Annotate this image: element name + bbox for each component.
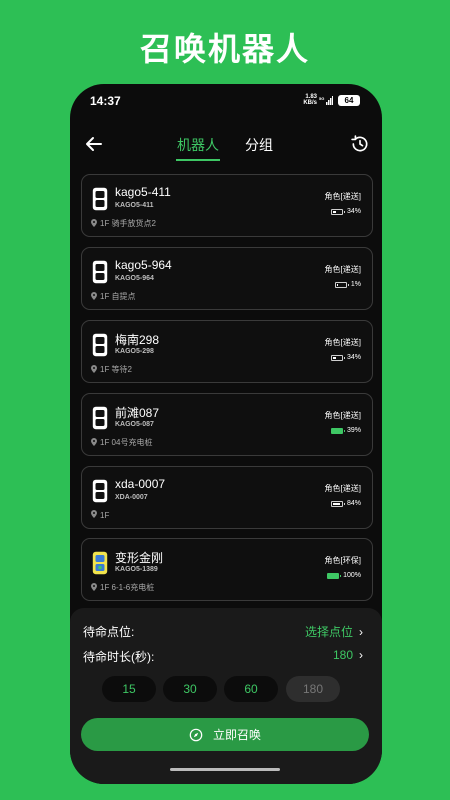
tab-robots[interactable]: 机器人 [176,135,220,161]
robot-code: KAGO5-298 [115,348,154,355]
robot-battery: 100% [327,572,361,579]
robot-role: 角色[递送] [324,411,361,420]
robot-role: 角色[递送] [324,265,361,274]
robot-role: 角色[递送] [324,192,361,201]
standby-duration-value[interactable]: 180 › [333,648,363,662]
robot-battery: 34% [330,354,361,361]
robot-role: 角色[环保] [324,556,361,565]
robot-card[interactable]: 梅南298 KAGO5-298 1F 等待2 角色[递送] 34% [81,320,373,383]
robot-card[interactable]: kago5-964 KAGO5-964 1F 自提点 角色[递送] 1% [81,247,373,310]
battery-icon [330,427,345,434]
robot-battery: 39% [330,427,361,434]
tab-groups[interactable]: 分组 [245,135,273,155]
network-speed: 1.83 KB/s [303,94,317,106]
robot-battery: 1% [334,281,361,288]
robot-name: kago5-964 [115,258,172,272]
location-pin-icon [91,218,97,229]
robot-card[interactable]: xda-0007 XDA-0007 1F 角色[递送] 84% [81,466,373,529]
location-pin-icon [91,510,97,520]
back-arrow-icon[interactable] [82,132,106,156]
robot-location: 1F [91,510,109,520]
battery-icon [330,354,345,361]
location-pin-icon [91,291,97,302]
robot-name: 前滩087 [115,406,160,420]
page-headline: 召唤机器人 [139,30,310,68]
battery-icon [330,208,345,215]
robot-battery: 34% [330,208,361,215]
duration-options: 15 30 60 180 [102,676,348,702]
standby-point-label: 待命点位: [83,625,135,639]
network-type: 5G [319,96,324,101]
robot-location: 1F 骑手放货点2 [91,218,156,229]
standby-point-value[interactable]: 选择点位 › [305,623,363,640]
history-icon[interactable] [350,134,370,154]
duration-option-60[interactable]: 60 [224,676,278,702]
compass-icon [189,728,203,741]
standby-point-row[interactable]: 待命点位: 选择点位 › [83,623,363,641]
tab-robots-label: 机器人 [177,137,219,153]
location-pin-icon [91,437,97,448]
battery-indicator: 64 [338,95,360,106]
chevron-right-icon: › [359,648,363,662]
standby-duration-row[interactable]: 待命时长(秒): 180 › [83,648,363,666]
home-indicator[interactable] [170,768,280,771]
robot-code: KAGO5-411 [115,202,154,209]
chevron-right-icon: › [359,625,363,639]
robot-card[interactable]: kago5-411 KAGO5-411 1F 骑手放货点2 角色[递送] 34% [81,174,373,237]
location-pin-icon [91,364,97,375]
robot-battery: 84% [330,500,361,507]
robot-code: KAGO5-964 [115,275,154,282]
robot-code: KAGO5-1389 [115,566,158,573]
robot-name: xda-0007 [115,477,166,491]
summon-now-button[interactable]: 立即召唤 [81,718,369,751]
robot-code: XDA-0007 [115,494,148,501]
robot-location: 1F 自提点 [91,291,136,302]
robot-icon [92,479,108,503]
phone-screen: 14:37 1.83 KB/s 5G 64 机器人 分组 kago5-411 KA… [70,84,382,784]
robot-code: KAGO5-087 [115,421,154,428]
summon-panel: 待命点位: 选择点位 › 待命时长(秒): 180 › 15 30 60 180 立… [70,608,382,784]
battery-icon [334,281,349,288]
robot-name: kago5-411 [115,185,171,199]
robot-icon [92,260,108,284]
standby-duration-label: 待命时长(秒): [83,650,155,664]
battery-icon [330,500,345,507]
tab-active-indicator [176,159,220,161]
battery-icon [327,572,342,579]
status-time: 14:37 [90,94,121,108]
robot-name: 变形金刚 [115,551,164,565]
cleaning-robot-icon [92,551,108,575]
location-pin-icon [91,582,97,593]
robot-location: 1F 04号充电桩 [91,437,152,448]
duration-option-15[interactable]: 15 [102,676,156,702]
robot-card[interactable]: 前滩087 KAGO5-087 1F 04号充电桩 角色[递送] 39% [81,393,373,456]
robot-name: 梅南298 [115,333,160,347]
summon-now-label: 立即召唤 [212,728,261,742]
robot-location: 1F 6-1-6充电桩 [91,582,154,593]
duration-option-180[interactable]: 180 [286,676,340,702]
signal-icon: 5G [319,96,333,105]
robot-icon [92,187,108,211]
duration-option-30[interactable]: 30 [163,676,217,702]
robot-card[interactable]: 变形金刚 KAGO5-1389 1F 6-1-6充电桩 角色[环保] 100% [81,538,373,601]
robot-role: 角色[递送] [324,338,361,347]
robot-icon [92,406,108,430]
robot-icon [92,333,108,357]
status-bar: 14:37 1.83 KB/s 5G 64 [70,84,382,118]
top-nav: 机器人 分组 [70,128,382,162]
robot-location: 1F 等待2 [91,364,132,375]
robot-role: 角色[递送] [324,484,361,493]
